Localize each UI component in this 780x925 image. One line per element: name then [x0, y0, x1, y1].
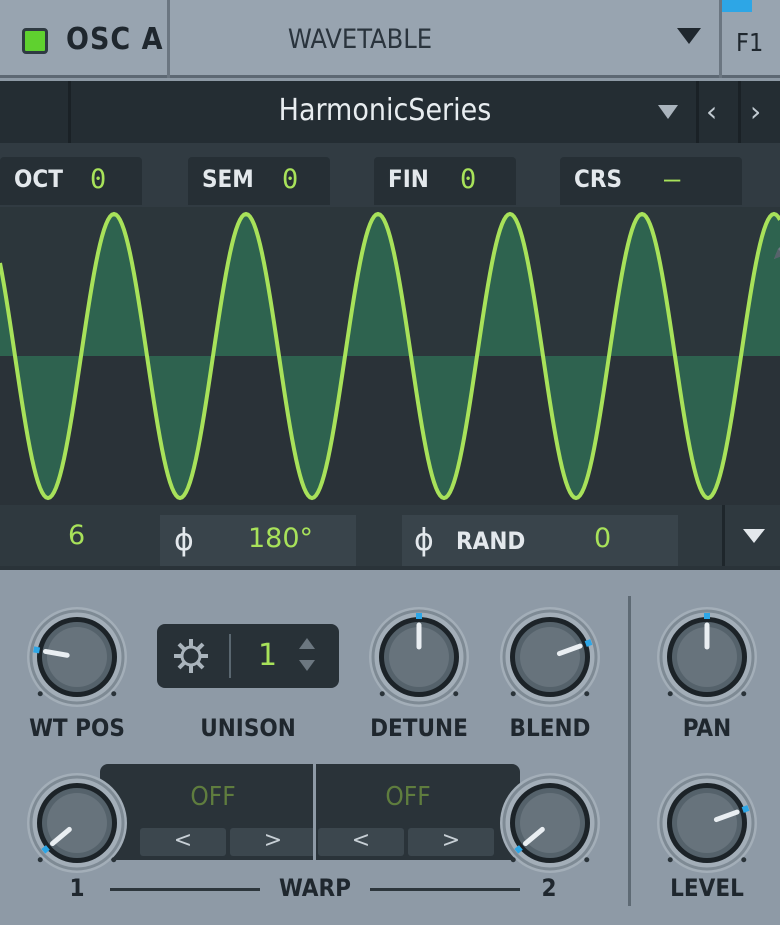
blend-knob[interactable] — [495, 602, 605, 716]
waveform-graph — [0, 207, 780, 501]
divider — [229, 634, 231, 678]
blend-label: BLEND — [509, 714, 591, 742]
wt-pos-knob[interactable] — [22, 602, 132, 716]
warp-2-prev-button[interactable]: < — [318, 828, 404, 856]
level-knob[interactable] — [652, 768, 762, 882]
next-wavetable-button[interactable]: › — [750, 95, 761, 128]
wavetable-name[interactable]: HarmonicSeries — [170, 93, 600, 128]
prev-wavetable-button[interactable]: ‹ — [706, 95, 717, 128]
filter-route-button[interactable]: F1 — [722, 0, 780, 78]
osc-enable-toggle[interactable] — [22, 28, 48, 54]
wave-controls-bar: 6 ϕ 180° ϕ RAND 0 — [0, 505, 780, 566]
unison-voice-count[interactable]: 6 — [68, 520, 85, 551]
dropdown-arrow-icon — [677, 28, 701, 44]
coarse-label: CRS — [574, 165, 623, 193]
divider — [68, 81, 71, 143]
wavetable-menu-arrow-icon[interactable] — [658, 105, 678, 119]
warp-2-label: 2 — [541, 874, 557, 902]
unison-value[interactable]: 1 — [258, 638, 277, 673]
unison-label: UNISON — [200, 714, 296, 742]
coarse-control[interactable]: CRS – — [560, 157, 742, 205]
oscillator-header: OSC A WAVETABLE F1 — [0, 0, 780, 78]
warp-panel: OFF < > OFF < > — [100, 764, 520, 860]
panel-divider — [628, 596, 631, 906]
warp-line-left — [110, 888, 260, 891]
warp-2-knob[interactable] — [495, 768, 605, 882]
wavetable-selector-bar: HarmonicSeries ‹ › — [0, 81, 780, 143]
fine-label: FIN — [388, 165, 429, 193]
octave-label: OCT — [14, 165, 63, 193]
warp-label: WARP — [279, 874, 351, 902]
divider — [738, 81, 741, 143]
warp-1-label: 1 — [69, 874, 85, 902]
waveform-display[interactable] — [0, 207, 780, 505]
semitone-control[interactable]: SEM 0 — [188, 157, 330, 205]
semitone-value[interactable]: 0 — [282, 164, 298, 195]
detune-label: DETUNE — [370, 714, 468, 742]
warp-1-mode[interactable]: OFF — [112, 782, 314, 812]
divider — [313, 764, 316, 860]
warp-1-prev-button[interactable]: < — [140, 828, 226, 856]
wave-options-dropdown[interactable] — [722, 505, 780, 566]
tuning-row: OCT 0 SEM 0 FIN 0 CRS – — [0, 143, 780, 207]
warp-2-mode[interactable]: OFF — [318, 782, 498, 812]
wavetable-type-dropdown[interactable]: WAVETABLE — [170, 0, 722, 78]
divider — [696, 81, 699, 143]
phase-icon: ϕ — [174, 523, 194, 558]
warp-1-knob[interactable] — [22, 768, 132, 882]
wavetable-type-label: WAVETABLE — [287, 24, 433, 55]
filter-route-indicator — [722, 0, 752, 12]
osc-name: OSC A — [66, 22, 164, 57]
rand-label: RAND — [456, 527, 526, 555]
octave-control[interactable]: OCT 0 — [0, 157, 142, 205]
increment-arrow-icon[interactable] — [299, 638, 315, 649]
coarse-value[interactable]: – — [664, 164, 680, 195]
detune-knob[interactable] — [364, 602, 474, 716]
fine-value[interactable]: 0 — [460, 164, 476, 195]
pan-label: PAN — [682, 714, 732, 742]
level-label: LEVEL — [670, 874, 744, 902]
semitone-label: SEM — [202, 165, 254, 193]
osc-tab: OSC A — [0, 0, 170, 78]
filter-route-label: F1 — [736, 28, 764, 57]
warp-1-next-button[interactable]: > — [230, 828, 316, 856]
phase-control[interactable]: ϕ 180° — [160, 515, 356, 566]
warp-line-right — [370, 888, 520, 891]
warp-2-section: OFF < > — [318, 764, 520, 860]
pan-knob[interactable] — [652, 602, 762, 716]
phase-value[interactable]: 180° — [248, 523, 313, 554]
octave-value[interactable]: 0 — [90, 164, 106, 195]
warp-1-section: OFF < > — [112, 764, 316, 860]
unison-selector[interactable]: 1 — [157, 624, 339, 688]
gear-icon[interactable] — [171, 636, 211, 680]
random-phase-icon: ϕ — [414, 523, 434, 558]
fine-control[interactable]: FIN 0 — [374, 157, 516, 205]
rand-value[interactable]: 0 — [594, 523, 611, 554]
decrement-arrow-icon[interactable] — [299, 660, 315, 671]
wt-pos-label: WT POS — [29, 714, 125, 742]
warp-2-next-button[interactable]: > — [408, 828, 494, 856]
phase-random-control[interactable]: ϕ RAND 0 — [402, 515, 678, 566]
dropdown-arrow-icon — [743, 529, 765, 543]
